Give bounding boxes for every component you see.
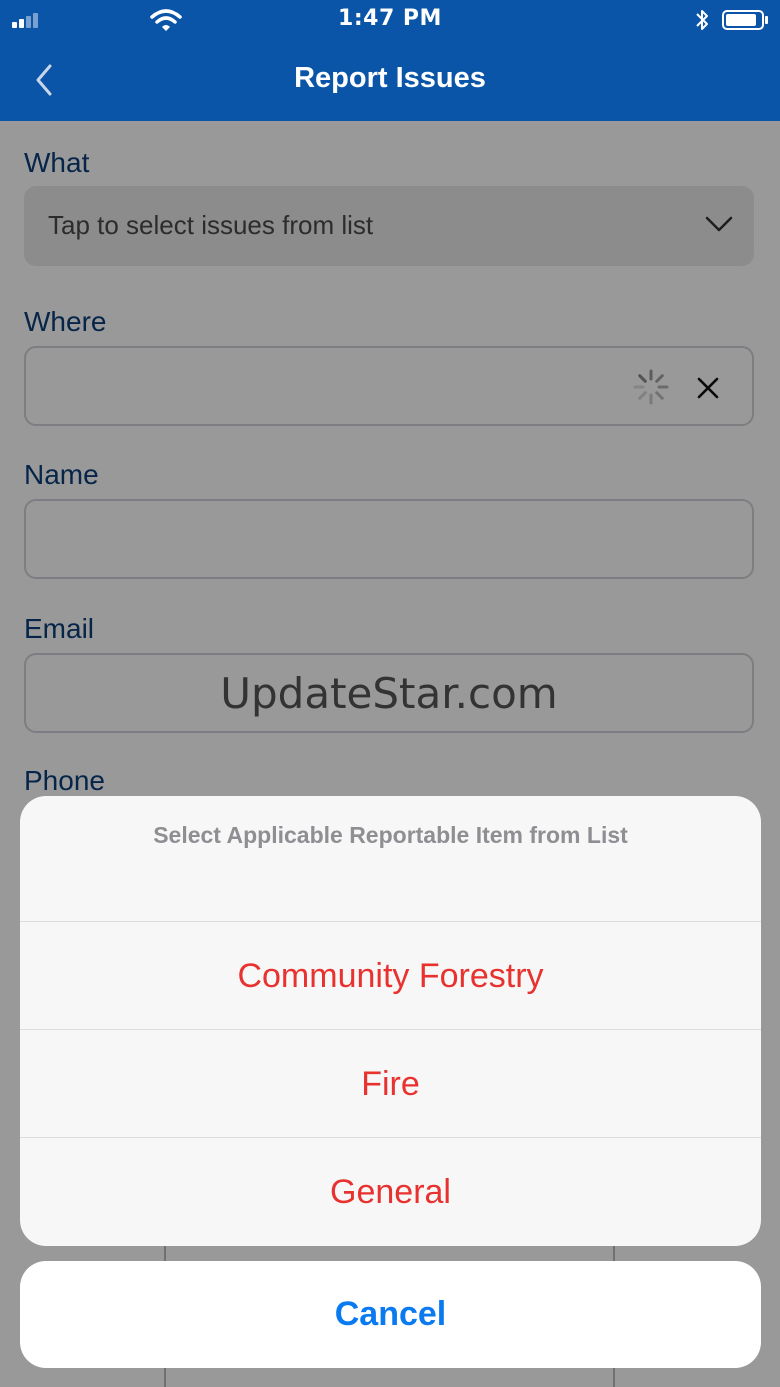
- status-bar: 1:47 PM: [0, 0, 780, 40]
- status-time: 1:47 PM: [338, 6, 442, 31]
- action-sheet-title: Select Applicable Reportable Item from L…: [153, 822, 628, 848]
- action-sheet: Select Applicable Reportable Item from L…: [20, 796, 761, 1246]
- nav-bar: Report Issues: [0, 40, 780, 121]
- option-community-forestry[interactable]: Community Forestry: [20, 921, 761, 1030]
- page-title: Report Issues: [294, 62, 486, 94]
- bluetooth-icon: [696, 10, 708, 30]
- option-fire[interactable]: Fire: [20, 1029, 761, 1138]
- option-general[interactable]: General: [20, 1137, 761, 1246]
- report-issues-screen: 1:47 PM Report Issues What Tap to select…: [0, 0, 780, 1387]
- battery-icon: [722, 10, 768, 30]
- cancel-button[interactable]: Cancel: [20, 1261, 761, 1368]
